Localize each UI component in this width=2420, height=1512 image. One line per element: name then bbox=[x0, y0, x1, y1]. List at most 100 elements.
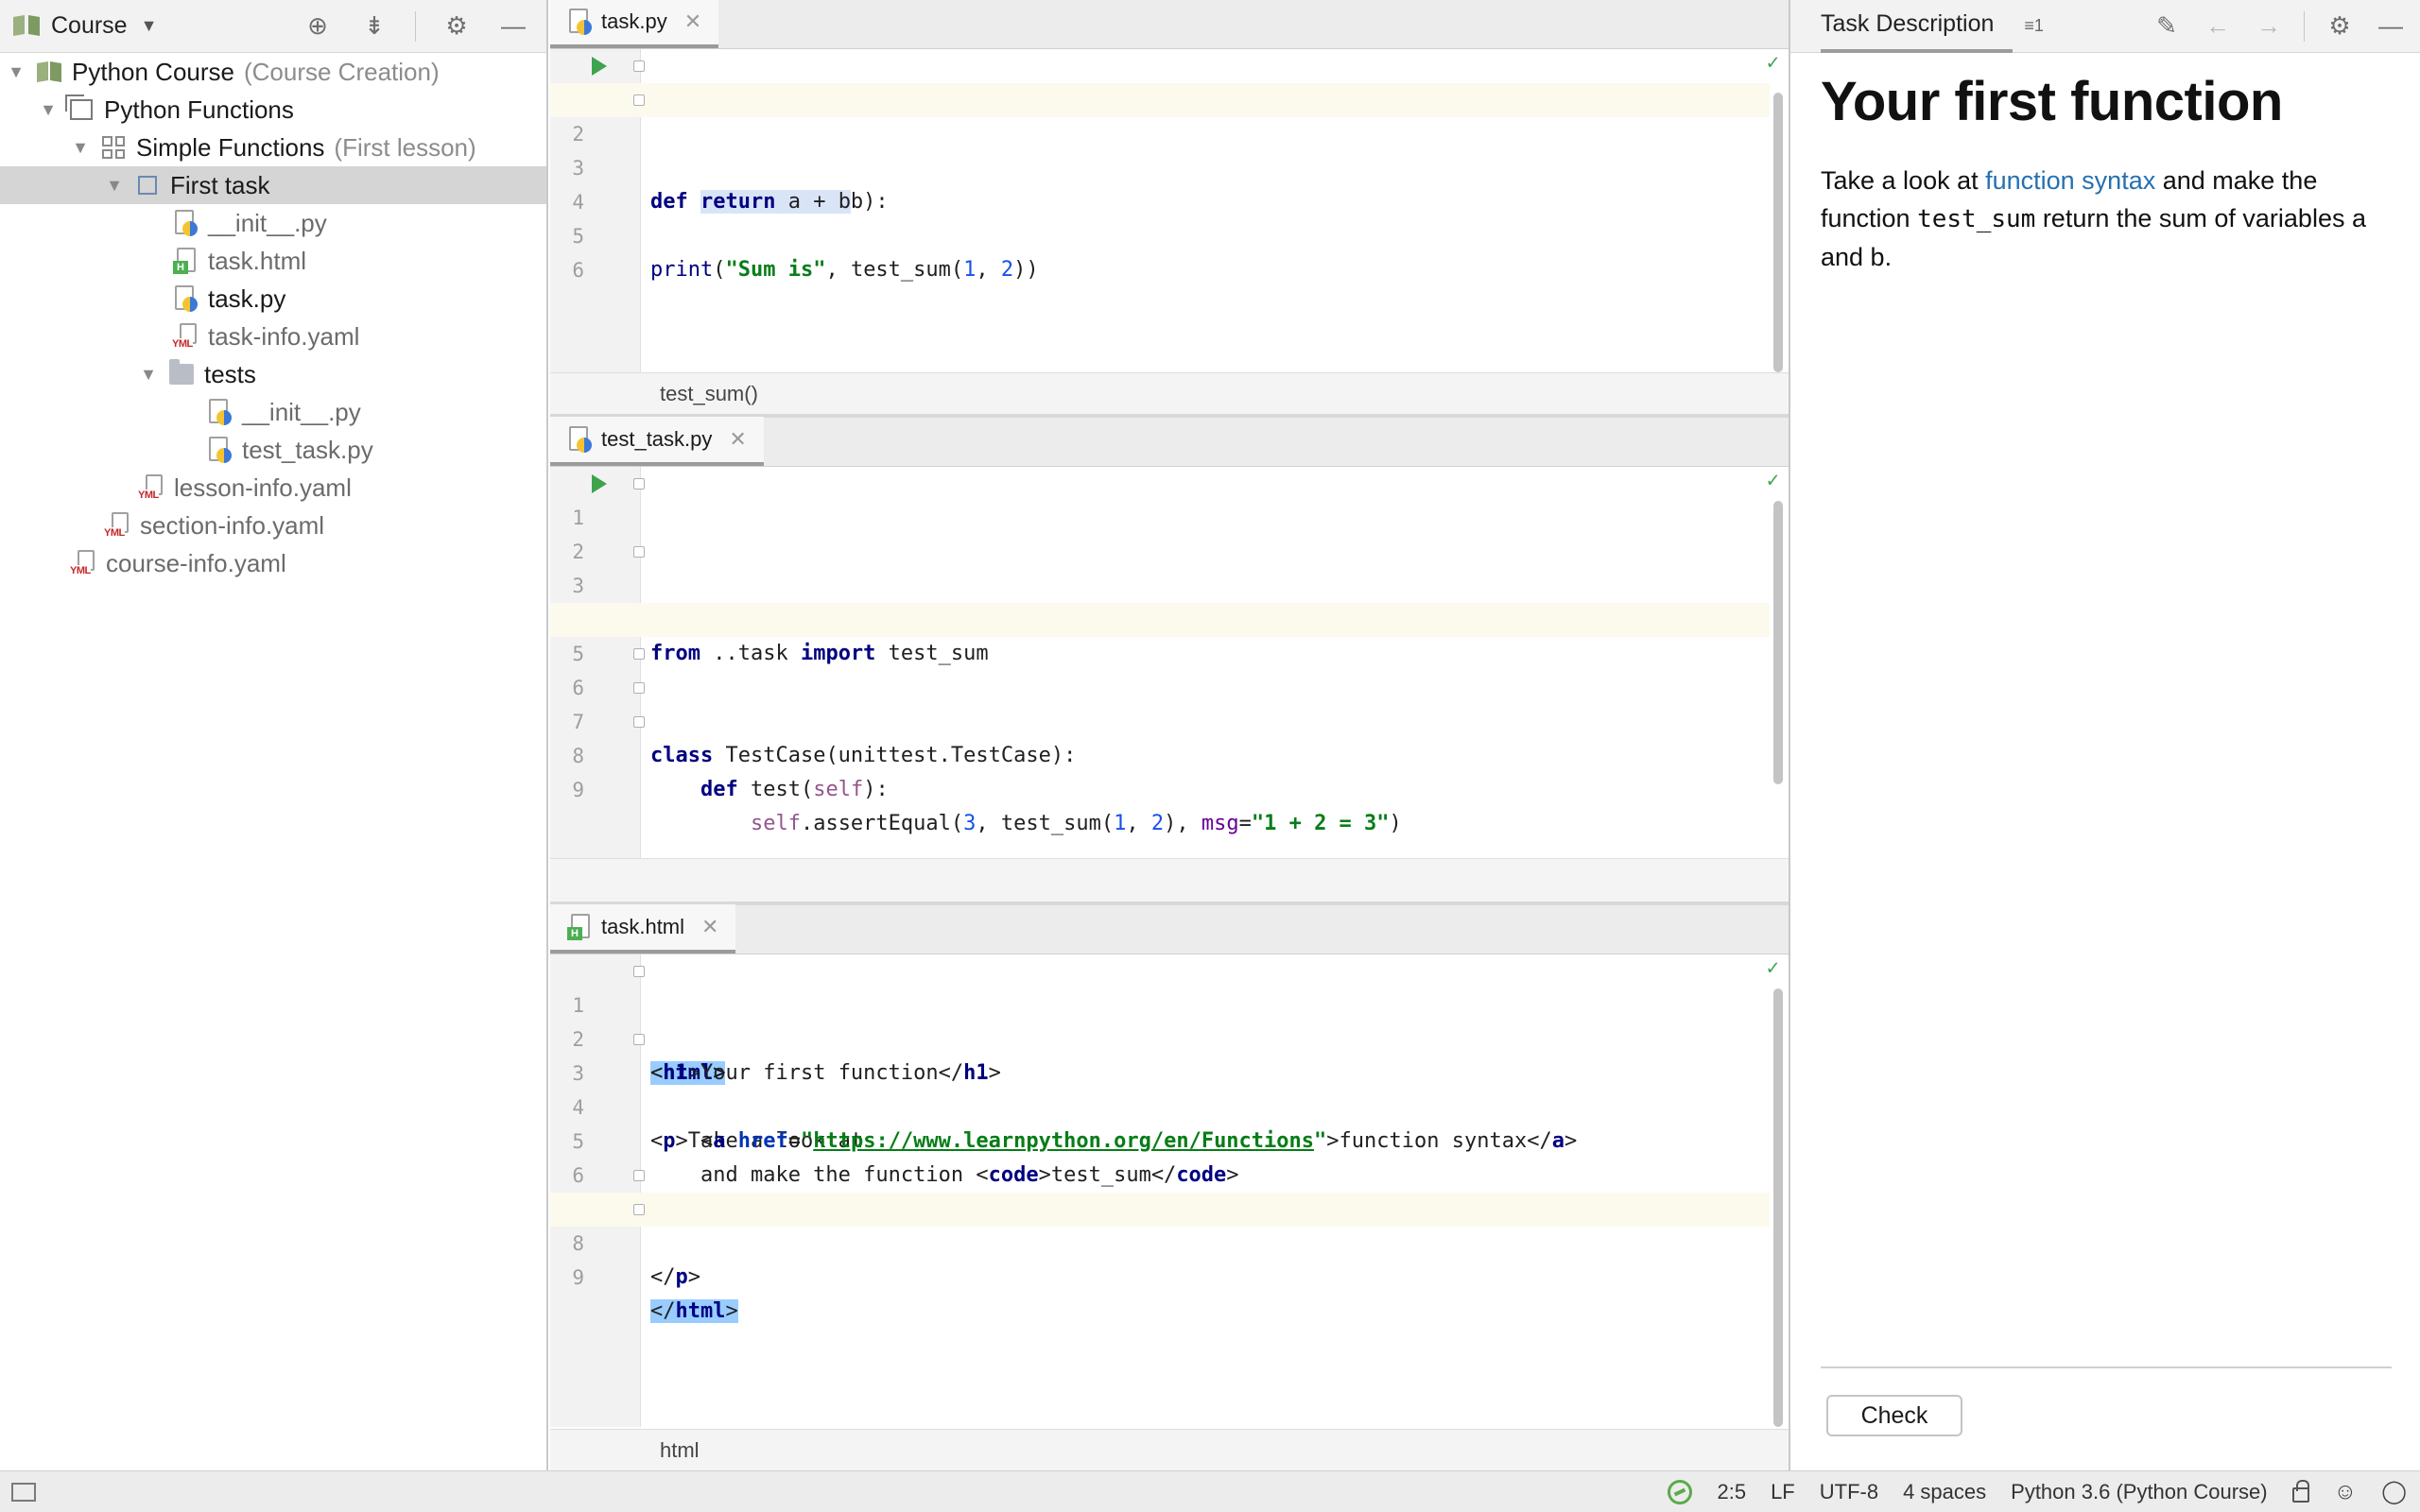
tree-item-label: tests bbox=[204, 359, 256, 388]
breadcrumb: test_sum() bbox=[550, 372, 1789, 414]
collapse-all-icon[interactable]: ⇟ bbox=[358, 10, 390, 43]
indent-setting[interactable]: 4 spaces bbox=[1903, 1480, 1986, 1504]
tree-item-file[interactable]: ▼ task.py bbox=[0, 280, 546, 318]
scrollbar[interactable] bbox=[1773, 93, 1783, 372]
task-heading: Your first function bbox=[1821, 71, 2283, 132]
tree-item-course[interactable]: ▼ Python Course (Course Creation) bbox=[0, 53, 546, 91]
breadcrumb bbox=[550, 858, 1789, 902]
breadcrumb-item[interactable]: test_sum() bbox=[660, 382, 758, 406]
fold-icon[interactable] bbox=[633, 716, 645, 728]
inspector-icon[interactable]: ☺ bbox=[2334, 1479, 2358, 1505]
fold-icon[interactable] bbox=[633, 966, 645, 977]
python-file-icon bbox=[173, 285, 198, 312]
html-file-icon: H bbox=[567, 914, 592, 940]
crosshair-icon[interactable]: ⊕ bbox=[302, 10, 334, 43]
editor-tabbar: task.py ✕ bbox=[550, 0, 1789, 49]
expand-arrow-icon[interactable]: ▼ bbox=[104, 176, 125, 196]
code-line: 1 <html> bbox=[550, 954, 1770, 1085]
minimize-icon[interactable]: — bbox=[497, 10, 529, 43]
project-view-title[interactable]: Course bbox=[51, 12, 128, 40]
python-file-icon bbox=[567, 9, 592, 35]
code-area[interactable]: 1 import unittest 2 3 from ..task import… bbox=[550, 467, 1789, 858]
expand-arrow-icon[interactable]: ▼ bbox=[138, 365, 159, 385]
run-icon[interactable] bbox=[592, 474, 607, 493]
inspection-ok-icon[interactable]: ✓ bbox=[1767, 51, 1779, 75]
run-icon[interactable] bbox=[592, 57, 607, 76]
chevron-down-icon[interactable]: ▼ bbox=[141, 16, 158, 36]
breadcrumb-item[interactable]: html bbox=[660, 1438, 700, 1463]
sync-icon[interactable] bbox=[1668, 1479, 1693, 1504]
fold-icon[interactable] bbox=[633, 1034, 645, 1045]
tab-task-html[interactable]: H task.html ✕ bbox=[550, 904, 736, 954]
code-line: 7 </p> bbox=[550, 1159, 1770, 1289]
python-interpreter[interactable]: Python 3.6 (Python Course) bbox=[2011, 1480, 2267, 1504]
tree-item-file[interactable]: ▼ YML section-info.yaml bbox=[0, 507, 546, 544]
tree-item-file[interactable]: ▼ test_task.py bbox=[0, 431, 546, 469]
fold-icon[interactable] bbox=[633, 648, 645, 660]
code-line: 2 return a + b bbox=[550, 83, 1770, 214]
toolbar-divider bbox=[2304, 10, 2305, 42]
tree-item-file[interactable]: ▼ H task.html bbox=[0, 242, 546, 280]
file-encoding[interactable]: UTF-8 bbox=[1820, 1480, 1878, 1504]
tree-item-label: Simple Functions bbox=[136, 132, 325, 162]
python-file-icon bbox=[173, 210, 198, 236]
python-file-icon bbox=[567, 426, 592, 453]
tree-item-file[interactable]: ▼ YML lesson-info.yaml bbox=[0, 469, 546, 507]
scrollbar[interactable] bbox=[1773, 988, 1783, 1427]
tree-item-task[interactable]: ▼ First task bbox=[0, 166, 546, 204]
close-icon[interactable]: ✕ bbox=[701, 915, 718, 939]
scrollbar[interactable] bbox=[1773, 501, 1783, 784]
course-book-icon bbox=[13, 14, 40, 39]
line-number: 6 bbox=[572, 259, 584, 282]
code-line: 2 <h1>Your first function</h1> bbox=[550, 988, 1770, 1085]
code-line: 3 from ..task import test_sum bbox=[550, 535, 1770, 665]
caret-position[interactable]: 2:5 bbox=[1717, 1480, 1746, 1504]
check-button[interactable]: Check bbox=[1826, 1395, 1962, 1436]
tree-item-file[interactable]: ▼ __init__.py bbox=[0, 393, 546, 431]
code-line: 4 <a href="https://www.learnpython.org/e… bbox=[550, 1057, 1770, 1153]
tool-windows-toggle-icon[interactable] bbox=[11, 1482, 36, 1502]
fold-icon[interactable] bbox=[633, 94, 645, 106]
tab-task-description[interactable]: Task Description bbox=[1821, 0, 2014, 53]
code-area[interactable]: 1 <html> 2 <h1>Your first function</h1> … bbox=[550, 954, 1789, 1427]
lock-icon[interactable] bbox=[2291, 1479, 2309, 1503]
function-syntax-link[interactable]: function syntax bbox=[1985, 166, 2155, 195]
tree-item-section[interactable]: ▼ Python Functions bbox=[0, 91, 546, 129]
line-separator[interactable]: LF bbox=[1771, 1480, 1795, 1504]
tab-test-task-py[interactable]: test_task.py ✕ bbox=[550, 417, 764, 466]
tree-item-label: First task bbox=[170, 170, 270, 199]
task-footer-divider bbox=[1821, 1366, 2392, 1368]
expand-arrow-icon[interactable]: ▼ bbox=[38, 100, 59, 120]
tab-list-icon[interactable]: ≡1 bbox=[2024, 16, 2044, 36]
fold-icon[interactable] bbox=[633, 1204, 645, 1215]
event-log-icon[interactable]: ◯ bbox=[2381, 1478, 2407, 1505]
close-icon[interactable]: ✕ bbox=[729, 427, 746, 452]
fold-icon[interactable] bbox=[633, 546, 645, 558]
minimize-icon[interactable]: — bbox=[2375, 10, 2407, 43]
code-area[interactable]: 1 def test_sum(a, b): 2 return a + b 3 4… bbox=[550, 49, 1789, 372]
tree-item-label: test_task.py bbox=[242, 435, 373, 464]
inspection-ok-icon[interactable]: ✓ bbox=[1767, 956, 1779, 980]
fold-icon[interactable] bbox=[633, 478, 645, 490]
tree-item-lesson[interactable]: ▼ Simple Functions (First lesson) bbox=[0, 129, 546, 166]
tab-task-py[interactable]: task.py ✕ bbox=[550, 0, 719, 48]
tree-item-file[interactable]: ▼ YML course-info.yaml bbox=[0, 544, 546, 582]
gear-icon[interactable]: ⚙ bbox=[441, 10, 473, 43]
expand-arrow-icon[interactable]: ▼ bbox=[70, 138, 91, 158]
fold-icon[interactable] bbox=[633, 1170, 645, 1181]
code-line: 8 self.assertEqual(3, test_sum(1, 2), ms… bbox=[550, 705, 1770, 835]
expand-arrow-icon[interactable]: ▼ bbox=[6, 62, 26, 82]
close-icon[interactable]: ✕ bbox=[684, 9, 701, 34]
fold-icon[interactable] bbox=[633, 682, 645, 694]
back-arrow-icon[interactable]: ← bbox=[2202, 10, 2234, 43]
tree-item-file[interactable]: ▼ __init__.py bbox=[0, 204, 546, 242]
code-line: 3 <p>Take a look at bbox=[550, 1022, 1770, 1153]
gear-icon[interactable]: ⚙ bbox=[2324, 10, 2356, 43]
forward-arrow-icon[interactable]: → bbox=[2253, 10, 2285, 43]
tree-item-file[interactable]: ▼ YML task-info.yaml bbox=[0, 318, 546, 355]
edit-icon[interactable]: ✎ bbox=[2151, 10, 2183, 43]
fold-icon[interactable] bbox=[633, 60, 645, 72]
code-line: 9 bbox=[550, 739, 1770, 801]
inspection-ok-icon[interactable]: ✓ bbox=[1767, 469, 1779, 492]
tree-item-folder[interactable]: ▼ tests bbox=[0, 355, 546, 393]
